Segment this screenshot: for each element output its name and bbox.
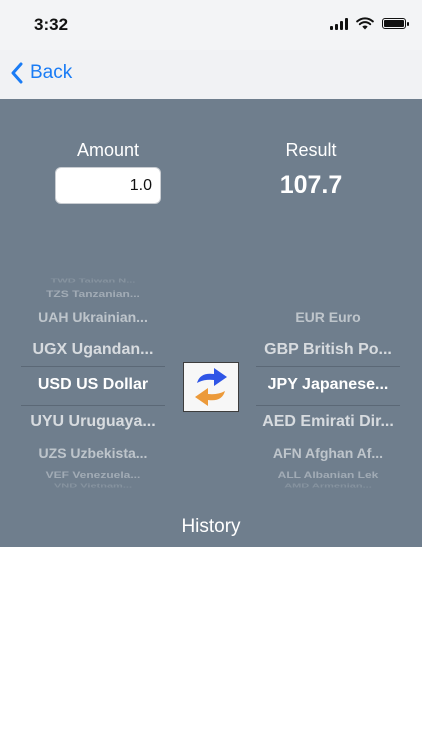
picker-item[interactable]: VND Vietnam... — [21, 483, 165, 489]
status-time: 3:32 — [34, 15, 69, 34]
picker-item[interactable]: UZS Uzbekista... — [21, 445, 165, 461]
history-button[interactable]: History — [0, 516, 422, 538]
to-currency-picker[interactable]: EUR Euro GBP British Po... JPY Japanese.… — [256, 275, 400, 495]
picker-item[interactable]: EUR Euro — [256, 309, 400, 325]
picker-item[interactable]: UYU Uruguaya... — [21, 413, 165, 431]
from-currency-picker[interactable]: TWD Taiwan N... TZS Tanzanian... UAH Ukr… — [21, 275, 165, 495]
picker-selection-line — [21, 405, 165, 406]
picker-selection-line — [256, 366, 400, 367]
picker-item[interactable]: VEF Venezuela... — [21, 470, 165, 481]
picker-item[interactable]: ALL Albanian Lek — [256, 470, 400, 481]
converter-panel: Amount Result 107.7 TWD Taiwan N... TZS … — [0, 99, 422, 547]
picker-item[interactable]: GBP British Po... — [256, 341, 400, 359]
amount-label: Amount — [76, 140, 140, 160]
picker-item[interactable]: UAH Ukrainian... — [21, 309, 165, 325]
picker-item[interactable]: UGX Ugandan... — [21, 341, 165, 359]
wifi-icon — [356, 17, 374, 30]
navigation-bar: Back — [0, 50, 422, 100]
picker-item[interactable]: AMD Armenian... — [256, 483, 400, 489]
picker-item[interactable]: AFN Afghan Af... — [256, 445, 400, 461]
picker-item[interactable]: AED Emirati Dir... — [256, 413, 400, 431]
swap-currencies-button[interactable] — [183, 362, 239, 412]
battery-icon — [382, 18, 409, 29]
chevron-left-icon — [11, 62, 23, 84]
amount-input[interactable] — [55, 167, 161, 204]
result-value: 107.7 — [279, 171, 343, 199]
back-button[interactable]: Back — [10, 62, 72, 84]
picker-selection-line — [21, 366, 165, 367]
picker-selected-item[interactable]: USD US Dollar — [21, 376, 165, 394]
back-label: Back — [30, 62, 73, 83]
cellular-signal-icon — [330, 17, 348, 30]
picker-item[interactable]: TZS Tanzanian... — [21, 289, 165, 300]
picker-selected-item[interactable]: JPY Japanese... — [256, 376, 400, 394]
status-bar: 3:32 — [0, 0, 422, 50]
picker-item[interactable]: TWD Taiwan N... — [21, 278, 165, 284]
status-icons — [330, 17, 409, 30]
result-label: Result — [285, 140, 337, 160]
swap-arrows-icon — [195, 368, 227, 406]
picker-selection-line — [256, 405, 400, 406]
